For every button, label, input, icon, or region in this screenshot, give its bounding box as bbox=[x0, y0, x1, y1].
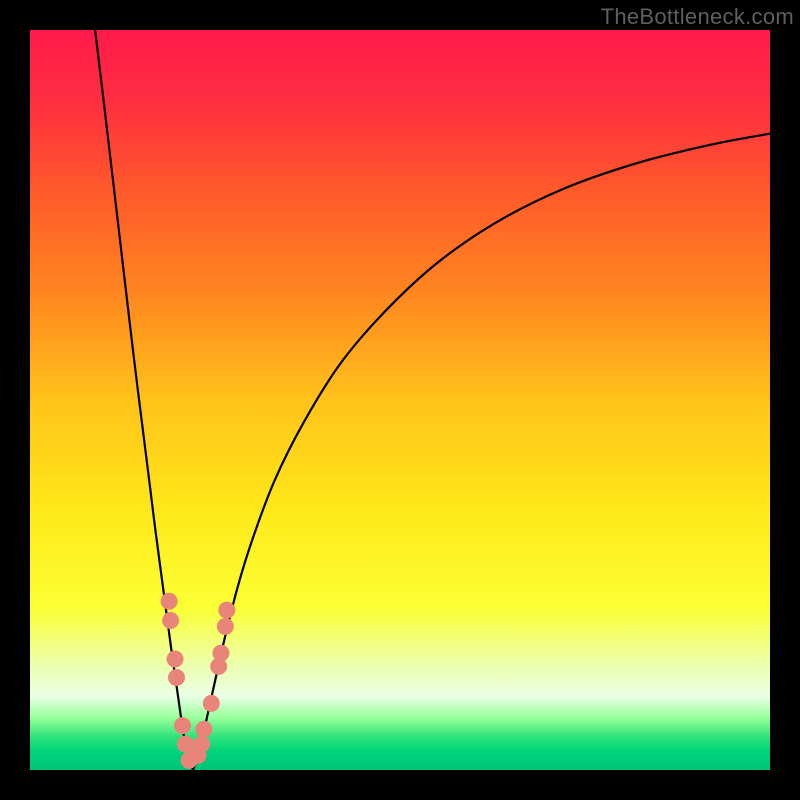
gradient-background bbox=[30, 30, 770, 770]
data-marker bbox=[168, 669, 185, 686]
data-marker bbox=[162, 612, 179, 629]
data-marker bbox=[195, 721, 212, 738]
data-marker bbox=[212, 645, 229, 662]
data-marker bbox=[161, 593, 178, 610]
data-marker bbox=[203, 695, 220, 712]
data-marker bbox=[193, 736, 210, 753]
plot-area bbox=[30, 30, 770, 770]
data-marker bbox=[217, 618, 234, 635]
chart-frame: TheBottleneck.com bbox=[0, 0, 800, 800]
watermark-text: TheBottleneck.com bbox=[601, 4, 794, 30]
data-marker bbox=[174, 717, 191, 734]
data-marker bbox=[218, 602, 235, 619]
plot-svg bbox=[30, 30, 770, 770]
data-marker bbox=[167, 651, 184, 668]
